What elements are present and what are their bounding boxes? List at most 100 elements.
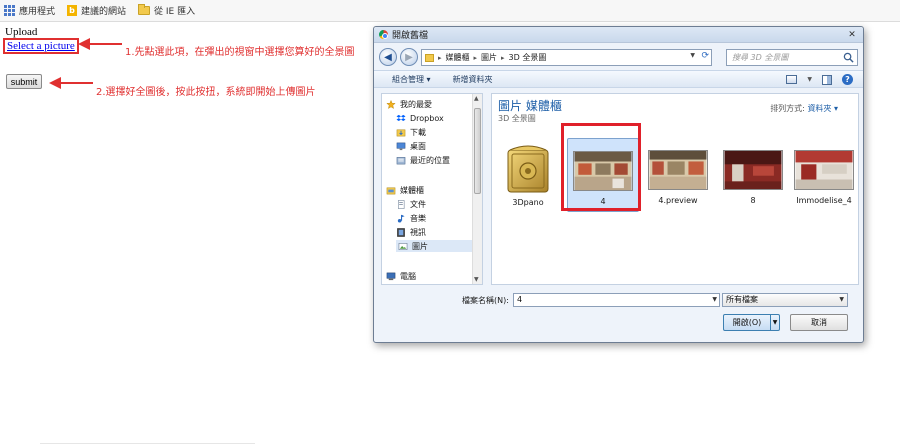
search-icon[interactable] — [843, 52, 854, 63]
file-item-immodelise-4[interactable]: Immodelise_4 — [788, 138, 860, 212]
organize-button[interactable]: 組合管理 ▾ — [392, 74, 431, 85]
file-name: 3Dpano — [512, 198, 544, 207]
panorama-thumbnail — [648, 150, 708, 190]
nav-desktop[interactable]: 桌面 — [396, 140, 426, 152]
nav-videos[interactable]: 視訊 — [396, 226, 426, 238]
file-name: Immodelise_4 — [796, 196, 852, 205]
navigation-pane: 我的最愛 Dropbox 下載 桌面 最近的位置 媒體櫃 文件 音樂 視訊 圖片… — [381, 93, 483, 285]
bookmark-label: 應用程式 — [19, 7, 56, 17]
nav-pictures[interactable]: 圖片 — [396, 240, 480, 252]
back-arrow-icon[interactable]: ◀ — [379, 48, 397, 66]
chevron-down-icon[interactable]: ▼ — [712, 294, 717, 306]
pictures-icon — [398, 242, 408, 250]
nav-label: 音樂 — [410, 213, 426, 223]
nav-libraries[interactable]: 媒體櫃 — [386, 184, 424, 196]
nav-favorites[interactable]: 我的最愛 — [386, 98, 432, 110]
refresh-icon[interactable]: ⟳ — [701, 51, 709, 61]
filename-value: 4 — [517, 295, 523, 304]
file-list-pane: 圖片 媒體櫃 3D 全景圖 排列方式: 資料夾 ▾ 3Dpano 4 4.pre… — [491, 93, 859, 285]
scrollbar-thumb[interactable] — [474, 108, 481, 194]
nav-label: 桌面 — [410, 141, 426, 151]
folder-icon — [138, 4, 151, 15]
panorama-thumbnail — [723, 150, 783, 190]
selection-highlight — [561, 123, 641, 211]
annotation-arrow-1 — [78, 38, 122, 50]
filename-label: 檔案名稱(N): — [462, 296, 509, 305]
chevron-down-icon[interactable]: ▼ — [690, 52, 695, 59]
address-bar[interactable]: ▸ 媒體櫃 ▸ 圖片 ▸ 3D 全景圖 ▼ ⟳ — [421, 49, 712, 66]
nav-label: 我的最愛 — [400, 99, 432, 109]
preview-pane-icon[interactable] — [822, 74, 832, 85]
submit-button[interactable]: submit — [6, 74, 42, 89]
apps-grid-icon — [4, 5, 15, 16]
safe-folder-icon — [507, 145, 549, 193]
help-icon[interactable]: ? — [842, 74, 853, 85]
breadcrumb-libraries[interactable]: 媒體櫃 — [446, 52, 470, 63]
downloads-folder-icon — [396, 129, 406, 136]
file-item-8[interactable]: 8 — [717, 138, 789, 212]
open-button[interactable]: 開啟(O) ▼ — [723, 314, 780, 331]
chevron-down-icon[interactable]: ▼ — [807, 76, 812, 83]
file-type-select[interactable]: 所有檔案 ▼ — [722, 293, 848, 307]
nav-pane-scrollbar[interactable]: ▲ ▼ — [472, 94, 482, 284]
music-icon — [397, 214, 405, 223]
open-button-label: 開啟(O) — [732, 318, 762, 327]
breadcrumb-3d-panorama[interactable]: 3D 全景圖 — [509, 52, 547, 63]
video-icon — [397, 227, 405, 237]
nav-label: 文件 — [410, 199, 426, 209]
file-item-4-preview[interactable]: 4.preview — [642, 138, 714, 212]
scroll-up-icon[interactable]: ▲ — [474, 95, 479, 102]
dialog-toolbar: 組合管理 ▾ 新增資料夾 ▼ ? — [374, 70, 863, 88]
annotation-step-2: 2.選擇好全圖後，按此按扭，系統即開始上傳圖片 — [96, 87, 316, 98]
chevron-down-icon[interactable]: ▼ — [770, 315, 779, 330]
bookmark-apps[interactable]: 應用程式 — [4, 4, 55, 17]
nav-label: 下載 — [410, 127, 426, 137]
document-icon — [398, 199, 405, 209]
scroll-down-icon[interactable]: ▼ — [474, 276, 479, 283]
change-view-icon[interactable] — [786, 75, 798, 84]
search-input[interactable]: 搜尋 3D 全景圖 — [726, 49, 858, 66]
panorama-thumbnail — [794, 150, 854, 190]
library-subtitle: 3D 全景圖 — [498, 114, 536, 123]
dropbox-icon — [396, 114, 406, 121]
file-name: 8 — [750, 196, 756, 205]
cancel-button[interactable]: 取消 — [790, 314, 848, 331]
nav-recent-places[interactable]: 最近的位置 — [396, 154, 450, 166]
new-folder-button[interactable]: 新增資料夾 — [453, 74, 493, 85]
library-title: 圖片 媒體櫃 — [498, 99, 562, 113]
desktop-icon — [396, 142, 406, 150]
close-icon[interactable]: ✕ — [845, 29, 859, 40]
bing-icon: b — [67, 5, 78, 16]
sort-value[interactable]: 資料夾 ▾ — [807, 104, 838, 113]
nav-documents[interactable]: 文件 — [396, 198, 426, 210]
annotation-step-1: 1.先點選此項，在彈出的視窗中選擇您算好的全景圖 — [125, 47, 355, 58]
annotation-arrow-2 — [49, 77, 93, 89]
nav-label: 圖片 — [412, 241, 428, 251]
page-title: Upload — [5, 26, 38, 38]
folder-icon — [425, 53, 434, 62]
divider — [40, 443, 255, 444]
nav-dropbox[interactable]: Dropbox — [396, 112, 444, 124]
bookmark-ie-import[interactable]: 從 IE 匯入 — [138, 4, 195, 17]
chevron-down-icon[interactable]: ▼ — [839, 294, 844, 306]
nav-computer[interactable]: 電腦 — [386, 270, 416, 282]
navigation-row: ◀ ▶ ▼ ▸ 媒體櫃 ▸ 圖片 ▸ 3D 全景圖 ▼ ⟳ 搜尋 3D 全景圖 — [374, 44, 863, 70]
filename-input[interactable]: 4 ▼ — [513, 293, 720, 307]
nav-music[interactable]: 音樂 — [396, 212, 426, 224]
select-picture-link[interactable]: Select a picture — [3, 38, 79, 54]
nav-downloads[interactable]: 下載 — [396, 126, 426, 138]
libraries-icon — [386, 187, 396, 194]
file-name: 4.preview — [658, 196, 698, 205]
breadcrumb-pictures[interactable]: 圖片 — [481, 52, 497, 63]
forward-arrow-icon[interactable]: ▶ — [400, 48, 418, 66]
bookmark-label: 從 IE 匯入 — [154, 7, 196, 17]
bookmark-suggested-sites[interactable]: b 建議的網站 — [67, 4, 126, 17]
file-item-3dpano[interactable]: 3Dpano — [492, 138, 564, 212]
sort-control[interactable]: 排列方式: 資料夾 ▾ — [770, 103, 838, 114]
search-placeholder: 搜尋 3D 全景圖 — [732, 53, 789, 62]
bookmark-label: 建議的網站 — [81, 7, 127, 17]
dialog-title: 開啟舊檔 — [392, 31, 429, 41]
dialog-titlebar[interactable]: 開啟舊檔 ✕ — [374, 27, 863, 43]
nav-label: 視訊 — [410, 227, 426, 237]
nav-label: 最近的位置 — [410, 155, 450, 165]
